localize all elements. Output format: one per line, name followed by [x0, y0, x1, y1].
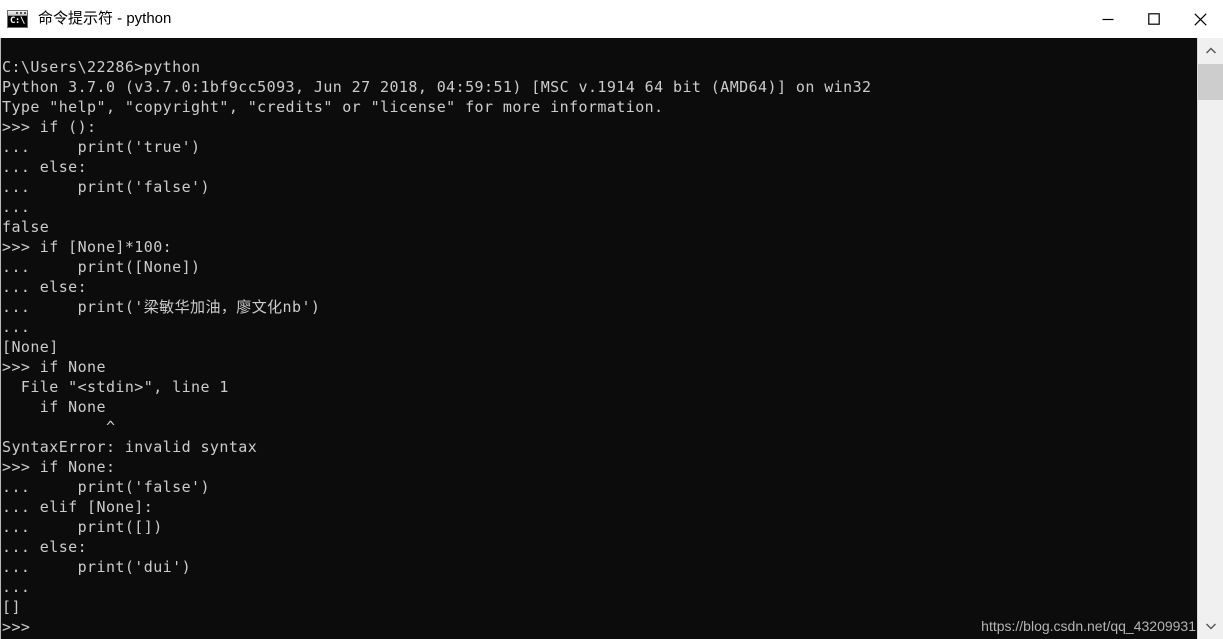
close-icon [1193, 12, 1207, 26]
title-bar-left: C:\ 命令提示符 - python [0, 0, 1085, 37]
console-text: C:\Users\22286>python Python 3.7.0 (v3.7.… [1, 40, 1197, 637]
scrollbar-track[interactable] [1198, 64, 1223, 613]
console-line: ... print('梁敏华加油，廖文化nb') [2, 298, 321, 316]
title-bar[interactable]: C:\ 命令提示符 - python [0, 0, 1223, 38]
minimize-icon [1102, 18, 1114, 21]
cmd-icon: C:\ [7, 9, 28, 28]
vertical-scrollbar[interactable] [1197, 38, 1223, 639]
cmd-icon-dot [20, 11, 22, 14]
console-line: ... [2, 318, 31, 336]
console-line: ... elif [None]: [2, 498, 154, 516]
console-line: >>> [2, 618, 31, 636]
scrollbar-thumb[interactable] [1198, 64, 1223, 100]
scroll-down-arrow[interactable] [1198, 613, 1223, 639]
console-line: ... print([None]) [2, 258, 201, 276]
console-line: >>> if [None]*100: [2, 238, 173, 256]
console-line: >>> if (): [2, 118, 97, 136]
scroll-up-arrow[interactable] [1198, 38, 1223, 64]
console-line: File "<stdin>", line 1 [2, 378, 229, 396]
console-line: ... else: [2, 538, 88, 556]
console-line: ... print('true') [2, 138, 201, 156]
console-line: C:\Users\22286>python [2, 58, 201, 76]
chevron-up-icon [1205, 47, 1216, 54]
cmd-icon-dot [16, 11, 18, 14]
console-output-area[interactable]: C:\Users\22286>python Python 3.7.0 (v3.7.… [0, 38, 1197, 639]
console-body: C:\Users\22286>python Python 3.7.0 (v3.7.… [0, 38, 1223, 639]
console-line: Type "help", "copyright", "credits" or "… [2, 98, 664, 116]
console-line: [None] [2, 338, 59, 356]
console-line: ... [2, 198, 31, 216]
chevron-down-icon [1205, 623, 1216, 630]
console-line: [] [2, 598, 21, 616]
console-line: Python 3.7.0 (v3.7.0:1bf9cc5093, Jun 27 … [2, 78, 872, 96]
cmd-icon-glyph: C:\ [10, 15, 25, 26]
console-line: SyntaxError: invalid syntax [2, 438, 258, 456]
minimize-button[interactable] [1085, 0, 1131, 38]
console-line: ... else: [2, 158, 88, 176]
console-line: false [2, 218, 50, 236]
window-title: 命令提示符 - python [38, 9, 172, 27]
console-line: ... else: [2, 278, 88, 296]
cmd-window: C:\ 命令提示符 - python C:\Users\22286>python… [0, 0, 1223, 639]
console-line: ... [2, 578, 31, 596]
console-line: ^ [2, 418, 116, 436]
console-line: ... print('false') [2, 178, 210, 196]
cmd-icon-dot [24, 11, 26, 14]
console-line: if None [2, 398, 106, 416]
console-line: ... print('false') [2, 478, 210, 496]
console-line: >>> if None [2, 358, 106, 376]
console-line: ... print([]) [2, 518, 163, 536]
maximize-icon [1148, 13, 1160, 25]
window-controls [1085, 0, 1223, 38]
close-button[interactable] [1177, 0, 1223, 38]
console-line: ... print('dui') [2, 558, 192, 576]
maximize-button[interactable] [1131, 0, 1177, 38]
console-line: >>> if None: [2, 458, 116, 476]
